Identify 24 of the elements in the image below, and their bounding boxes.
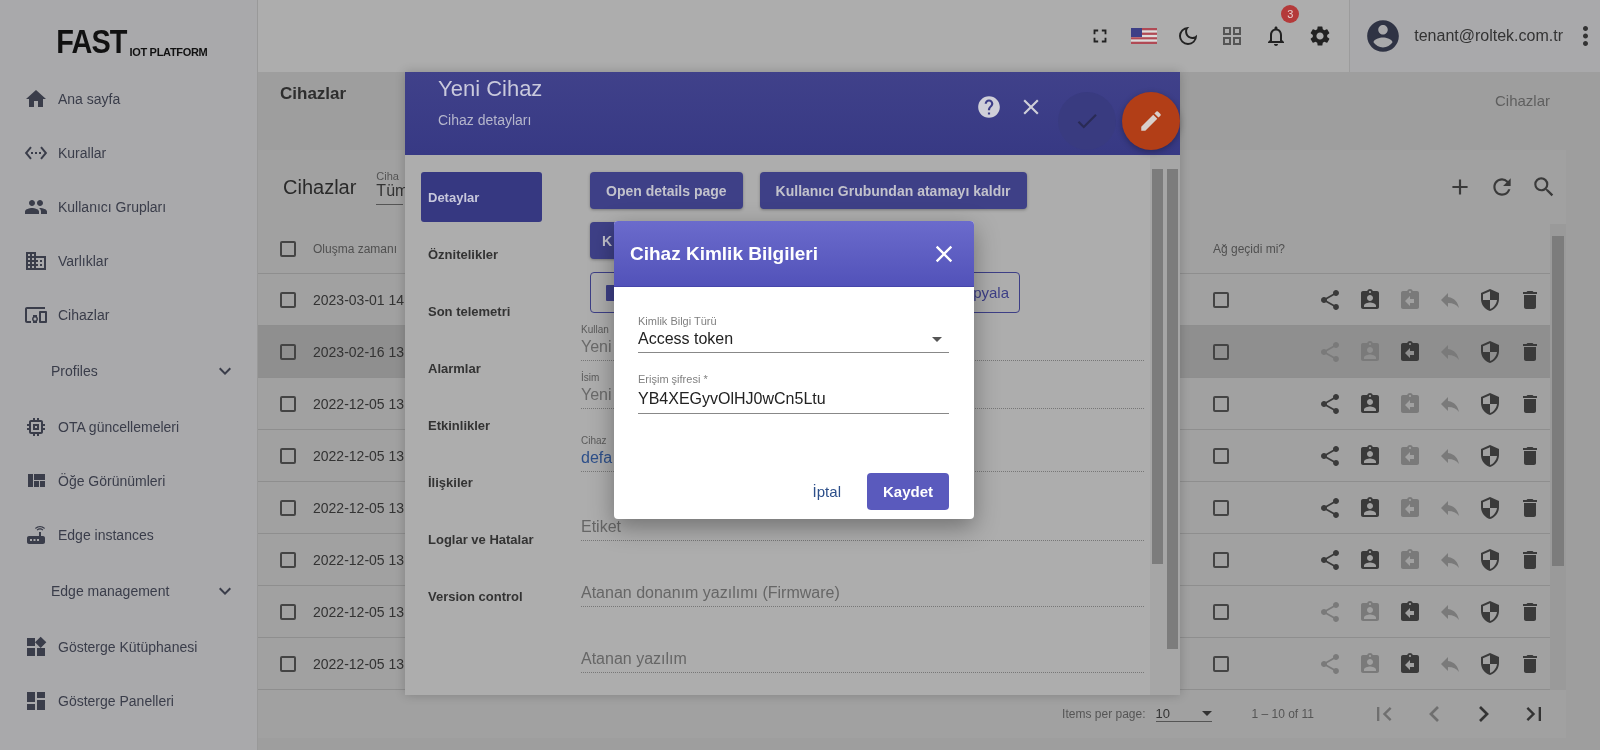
table-cell: 2022-12-05 13 bbox=[313, 603, 405, 620]
dialog-title: Cihaz Kimlik Bilgileri bbox=[630, 242, 818, 265]
table-cell: 2023-02-16 13 bbox=[313, 343, 405, 360]
panel-title: Yeni Cihaz bbox=[438, 76, 544, 102]
page-range: 1 – 10 of 11 bbox=[1251, 707, 1314, 721]
field-label: Kullan bbox=[581, 324, 609, 335]
table-cell: 2022-12-05 13 bbox=[313, 447, 405, 464]
items-per-page-label: Items per page: bbox=[1062, 707, 1146, 721]
field-label: İsim bbox=[581, 372, 600, 383]
table-cell: 2022-12-05 13 bbox=[313, 551, 405, 568]
table-cell: 2023-03-01 14 bbox=[313, 291, 405, 308]
field-label: Kimlik Bilgi Türü bbox=[638, 315, 717, 327]
field-label: Erişim şifresi * bbox=[638, 373, 708, 385]
notification-badge: 3 bbox=[1281, 5, 1300, 23]
table-title: Cihazlar bbox=[283, 175, 357, 199]
table-cell: 2022-12-05 13 bbox=[313, 655, 405, 672]
filter-label: Ciha bbox=[376, 169, 400, 182]
panel-subtitle: Cihaz detayları bbox=[438, 112, 533, 128]
field-label: Cihaz bbox=[581, 435, 607, 446]
logo: FAST IOT PLATFORM bbox=[54, 21, 208, 62]
table-cell: 2022-12-05 13 bbox=[313, 395, 405, 412]
user-email: tenant@roltek.com.tr bbox=[1414, 27, 1563, 45]
table-cell: 2022-12-05 13 bbox=[313, 499, 405, 516]
page-title: Cihazlar bbox=[280, 84, 347, 105]
